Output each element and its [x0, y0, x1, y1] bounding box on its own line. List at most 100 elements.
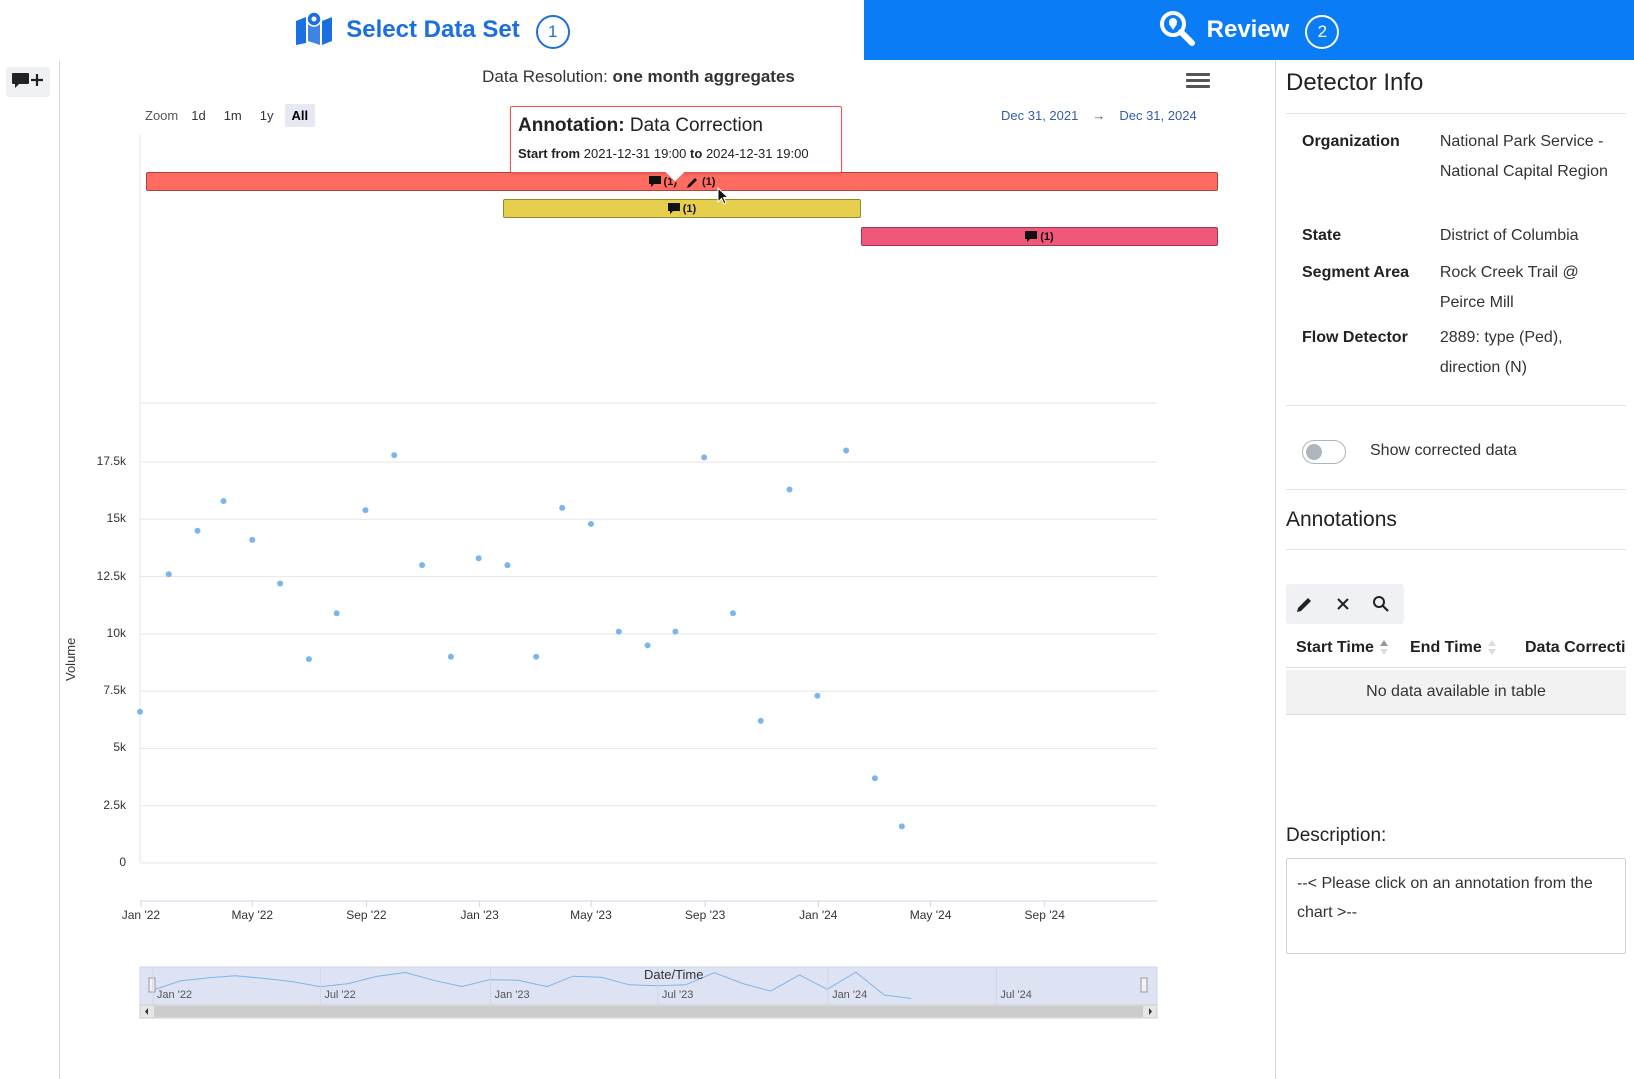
y-axis-title: Volume	[63, 637, 78, 681]
y-tick-label: 17.5k	[96, 454, 126, 468]
search-annotation-button[interactable]	[1362, 584, 1400, 624]
navigator-tick-label: Jan '24	[832, 989, 868, 1001]
annotation-bar-comment[interactable]: (1)	[861, 227, 1218, 246]
annotation-toolbar	[1286, 584, 1404, 624]
info-organization: Organization National Park Service - Nati…	[1302, 133, 1608, 180]
step-label: Select Data Set	[346, 16, 520, 43]
search-icon	[1373, 596, 1389, 612]
data-point	[220, 497, 227, 504]
data-point	[419, 562, 426, 569]
info-state: State District of Columbia	[1302, 227, 1579, 244]
description-box: --< Please click on an annotation from t…	[1286, 858, 1626, 954]
y-tick-label: 2.5k	[103, 797, 126, 812]
y-tick-label: 7.5k	[103, 683, 126, 698]
show-corrected-toggle[interactable]	[1302, 440, 1346, 464]
x-tick-label: Sep '23	[684, 908, 726, 922]
navigator-tick-label: Jan '22	[156, 989, 193, 1001]
annotations-table-header: Start Time End Time Data Correcti	[1286, 628, 1626, 668]
edit-count: (1)	[687, 176, 715, 188]
sort-icon	[1379, 639, 1388, 656]
delete-annotation-button[interactable]	[1324, 584, 1362, 624]
info-flow-detector: Flow Detector 2889: type (Ped), direction…	[1302, 329, 1563, 376]
data-point	[391, 452, 398, 459]
navigator-tick-label: Jul '23	[661, 989, 694, 1001]
comment-count: (1)	[1025, 231, 1054, 243]
data-point	[644, 642, 651, 649]
comment-icon	[1025, 231, 1038, 242]
step-number: 1	[535, 15, 570, 49]
x-tick-label: Jan '22	[121, 908, 161, 922]
column-start-time[interactable]: Start Time	[1286, 639, 1400, 657]
step-label: Review	[1206, 16, 1290, 43]
description-label: Description:	[1286, 825, 1387, 846]
x-tick-label: May '23	[570, 908, 612, 922]
comment-count: (1)	[667, 203, 696, 215]
step-select-data-set[interactable]: Select Data Set 1	[0, 0, 864, 60]
navigator-right-handle	[1140, 977, 1148, 993]
step-number: 2	[1305, 15, 1340, 49]
navigator-tick-label: Jul '22	[324, 989, 356, 1001]
tooltip-range: Start from 2021-12-31 19:00 to 2024-12-3…	[518, 146, 809, 161]
data-point	[701, 454, 708, 461]
column-data-correction[interactable]: Data Correcti	[1509, 639, 1625, 657]
data-point	[672, 628, 679, 635]
search-location-icon	[1159, 10, 1195, 51]
data-point	[137, 708, 143, 715]
data-point	[559, 504, 566, 511]
x-tick-label: Sep '24	[1024, 908, 1065, 922]
mouse-cursor-icon	[717, 187, 730, 205]
step-review[interactable]: Review 2	[864, 0, 1634, 60]
navigator-tick-label: Jan '23	[494, 989, 530, 1001]
x-tick-label: Jan '23	[460, 908, 499, 922]
navigator-tick-label: Jul '24	[1000, 989, 1032, 1001]
toggle-label: Show corrected data	[1370, 442, 1517, 459]
annotation-bar-comment[interactable]: (1)	[503, 199, 861, 218]
x-tick-label: May '22	[231, 908, 274, 922]
y-tick-label: 15k	[106, 511, 126, 526]
detector-info-heading: Detector Info	[1286, 69, 1424, 96]
data-point	[249, 536, 256, 543]
data-point	[814, 692, 821, 699]
pencil-icon	[687, 177, 697, 188]
comment-icon	[648, 176, 661, 187]
data-point	[729, 610, 736, 617]
info-segment-area: Segment Area Rock Creek Trail @ Peirce Mi…	[1302, 264, 1579, 311]
pencil-icon	[1297, 598, 1311, 612]
wizard-steps: Select Data Set 1 Review 2	[0, 0, 1634, 60]
y-tick-label: 5k	[113, 740, 126, 755]
y-tick-label: 0	[119, 855, 126, 869]
data-point	[533, 653, 540, 660]
data-point	[587, 520, 594, 527]
data-point	[843, 447, 850, 454]
data-point	[305, 656, 312, 663]
annotation-tooltip: Annotation: Data Correction Start from 2…	[510, 106, 842, 183]
y-tick-label: 12.5k	[96, 568, 126, 583]
close-icon	[1337, 598, 1349, 610]
detector-panel: Detector Info Organization National Park …	[1275, 61, 1634, 1079]
x-tick-label: Sep '22	[346, 908, 387, 922]
chart-area: Data Resolution: one month aggregates Zo…	[61, 61, 1275, 1079]
data-point	[615, 628, 622, 635]
data-point	[504, 562, 511, 569]
map-marker-icon	[294, 10, 334, 50]
data-point	[194, 527, 201, 534]
edit-annotation-button[interactable]	[1286, 584, 1324, 624]
left-toolbar	[0, 61, 60, 1079]
data-point	[447, 653, 454, 660]
data-point	[898, 823, 905, 830]
data-point	[362, 507, 369, 514]
tooltip-title: Annotation: Data Correction	[518, 115, 763, 136]
scrollbar-thumb	[154, 1006, 1143, 1017]
sort-icon	[1487, 639, 1496, 656]
add-annotation-button[interactable]	[6, 67, 50, 97]
column-end-time[interactable]: End Time	[1400, 639, 1509, 657]
data-point	[165, 571, 172, 578]
data-point	[786, 486, 793, 493]
comment-icon	[667, 203, 680, 214]
data-point	[333, 610, 340, 617]
data-point	[871, 775, 878, 782]
navigator-left-handle	[148, 977, 156, 993]
x-tick-label: May '24	[909, 908, 952, 922]
comment-plus-icon	[11, 70, 45, 95]
x-tick-label: Jan '24	[799, 908, 838, 922]
